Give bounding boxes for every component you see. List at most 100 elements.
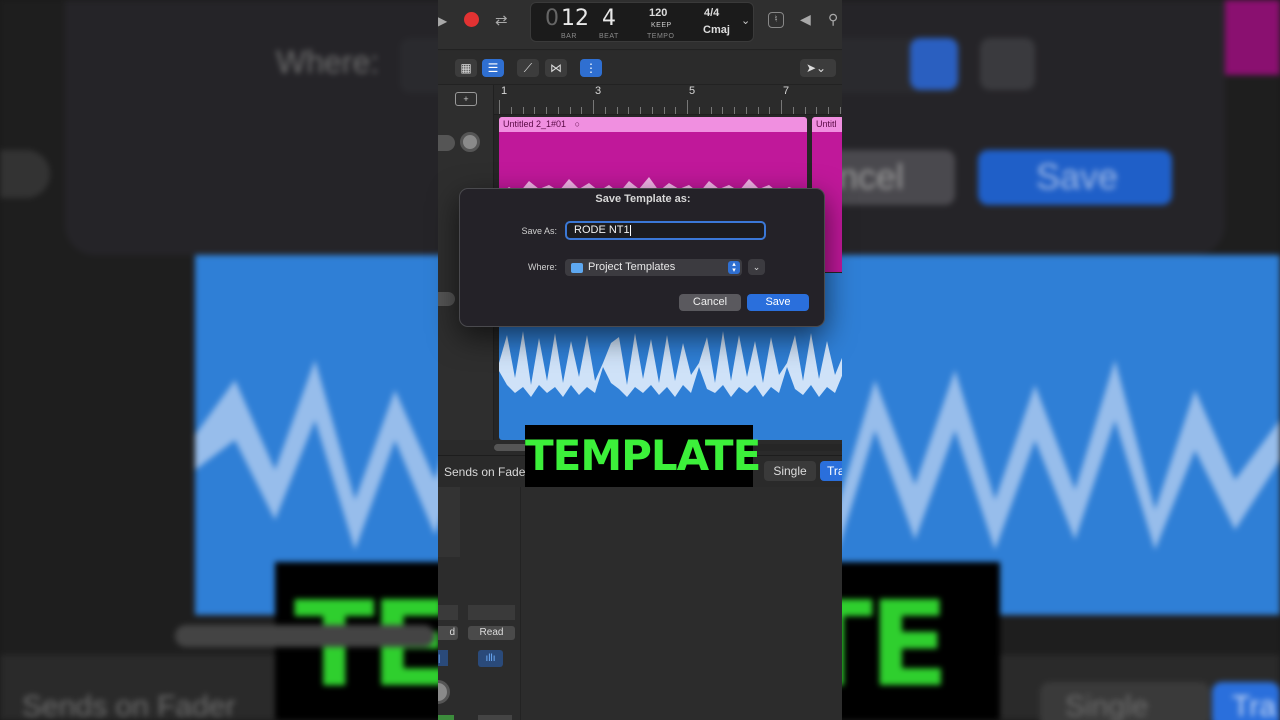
ruler-tick	[757, 107, 759, 114]
bg-cancel-label: ncel	[838, 156, 905, 197]
bg-where-label: Where:	[276, 44, 380, 80]
ruler-tick	[745, 107, 747, 114]
template-banner: TEMPLATE	[525, 425, 761, 487]
ruler-mark-3: 3	[595, 85, 602, 97]
ruler-tick	[710, 107, 712, 114]
single-button[interactable]: Single	[764, 461, 816, 481]
lcd-beat: 4	[602, 6, 616, 31]
screen: Where: ncel Save Sends on Fader Single T…	[0, 0, 1280, 720]
automation-icon[interactable]: ⟋	[517, 59, 539, 77]
lcd-bar-caption: BAR	[561, 33, 577, 40]
bg-scroll-echo	[175, 625, 435, 647]
bg-single-label: Single	[1065, 690, 1149, 720]
mixer-slot-1	[438, 605, 458, 620]
ruler-tick	[769, 107, 771, 114]
folder-icon	[571, 263, 583, 273]
ruler-tick	[640, 107, 641, 114]
banner-text: TEMPLATE	[525, 431, 761, 480]
bg-sends-label: Sends on Fader	[22, 690, 236, 720]
lcd-time-signature: 4/4	[704, 7, 720, 19]
ruler-tick	[698, 107, 700, 114]
automation-read-button[interactable]: Read	[468, 626, 515, 640]
automation-read-partial[interactable]: d	[438, 626, 458, 640]
bg-expand-echo	[980, 38, 1035, 90]
ruler-tick	[534, 107, 536, 114]
input-waveform-icon-partial[interactable]: |	[438, 650, 448, 666]
mixer-pan-knob[interactable]	[438, 680, 450, 704]
expand-chevron-icon[interactable]: ⌄	[748, 259, 765, 275]
lcd-tempo-keep: KEEP	[651, 22, 672, 29]
ruler-tick	[628, 107, 630, 114]
ruler-tick	[792, 107, 794, 114]
ruler-tick	[663, 107, 665, 114]
ruler-mark-7: 7	[783, 85, 790, 97]
region-1-header: Untitled 2_1#01 ○	[499, 117, 807, 132]
ruler-tick	[604, 107, 606, 114]
lcd-key: Cmaj	[703, 24, 730, 36]
ruler-tick	[722, 107, 724, 114]
track-fader-knob[interactable]	[438, 135, 455, 151]
where-select[interactable]: Project Templates ▴ ▾	[565, 259, 742, 276]
save-template-dialog: Save Template as: Save As: RODE NT1 Wher…	[459, 188, 825, 327]
region-3-waveform	[499, 331, 842, 397]
ruler-tick	[687, 100, 688, 114]
mixer-meter	[478, 715, 512, 720]
mixer-divider	[520, 487, 521, 720]
chevron-down-icon[interactable]: ⌄	[741, 14, 750, 27]
region-1-name: Untitled 2_1#01	[503, 119, 567, 129]
ruler-tick	[828, 107, 829, 114]
timeline-ruler[interactable]: 1 3 5 7	[494, 85, 842, 115]
save-as-value: RODE NT1	[574, 224, 630, 236]
lcd-beat-caption: BEAT	[599, 33, 619, 40]
mixer-slot-2	[468, 605, 515, 620]
tuner-icon[interactable]: ♮	[768, 12, 784, 28]
ruler-tick	[734, 107, 735, 114]
stepper-icon: ▴ ▾	[728, 261, 740, 274]
ruler-tick	[546, 107, 547, 114]
sends-on-fader-label[interactable]: Sends on Fader	[444, 465, 529, 479]
ruler-tick	[522, 107, 524, 114]
mixer-meter-partial	[438, 715, 454, 720]
text-cursor	[629, 224, 631, 236]
ruler-tick	[651, 107, 653, 114]
lcd-tempo-caption: TEMPO	[647, 33, 675, 40]
lcd-bar-leading: 0	[545, 6, 559, 31]
logic-window: ▶ ⇄ 0 12 4 BAR BEAT 120 KEEP TEMPO 4/4 C…	[438, 0, 842, 720]
transport-bar: ▶ ⇄ 0 12 4 BAR BEAT 120 KEEP TEMPO 4/4 C…	[438, 0, 842, 50]
input-waveform-icon[interactable]: ıllı	[478, 650, 503, 667]
bg-tra-label: Tra	[1232, 690, 1276, 720]
ruler-tick	[616, 107, 618, 114]
where-label: Where:	[527, 262, 557, 272]
cancel-button[interactable]: Cancel	[679, 294, 741, 311]
speaker-icon[interactable]: ◀	[800, 11, 811, 28]
ruler-tick	[569, 107, 571, 114]
lcd-tempo: 120	[649, 7, 668, 19]
ruler-tick	[804, 107, 806, 114]
grid-view-icon[interactable]: ▦	[455, 59, 477, 77]
record-icon[interactable]	[464, 12, 479, 27]
bg-save-label: Save	[1036, 156, 1119, 197]
where-value: Project Templates	[588, 261, 676, 273]
tracks-button[interactable]: Tra	[820, 461, 842, 481]
save-button[interactable]: Save	[747, 294, 809, 311]
save-as-label: Save As:	[521, 226, 557, 236]
bg-stepper-echo	[910, 38, 958, 90]
bg-pink-corner	[1225, 0, 1280, 75]
ruler-tick	[781, 100, 782, 114]
track2-fader-knob[interactable]	[438, 292, 455, 306]
pointer-tool-icon[interactable]: ➤⌄	[800, 59, 836, 77]
wrench-icon[interactable]: ⚲	[828, 11, 838, 28]
flex-icon[interactable]: ⋈	[545, 59, 567, 77]
cycle-icon[interactable]: ⇄	[495, 11, 508, 29]
add-track-icon[interactable]: +	[455, 92, 477, 106]
ruler-tick	[593, 100, 594, 114]
play-icon[interactable]: ▶	[438, 14, 447, 28]
mixer-strip-edge	[438, 487, 460, 557]
list-view-icon[interactable]: ☰	[482, 59, 504, 77]
snap-icon[interactable]: ⋮	[580, 59, 602, 77]
pan-knob-icon[interactable]	[460, 132, 480, 152]
ruler-tick	[839, 107, 841, 114]
lcd-display[interactable]: 0 12 4 BAR BEAT 120 KEEP TEMPO 4/4 Cmaj …	[530, 2, 754, 42]
save-as-field[interactable]: RODE NT1	[565, 221, 766, 240]
lcd-bar: 12	[561, 6, 589, 31]
